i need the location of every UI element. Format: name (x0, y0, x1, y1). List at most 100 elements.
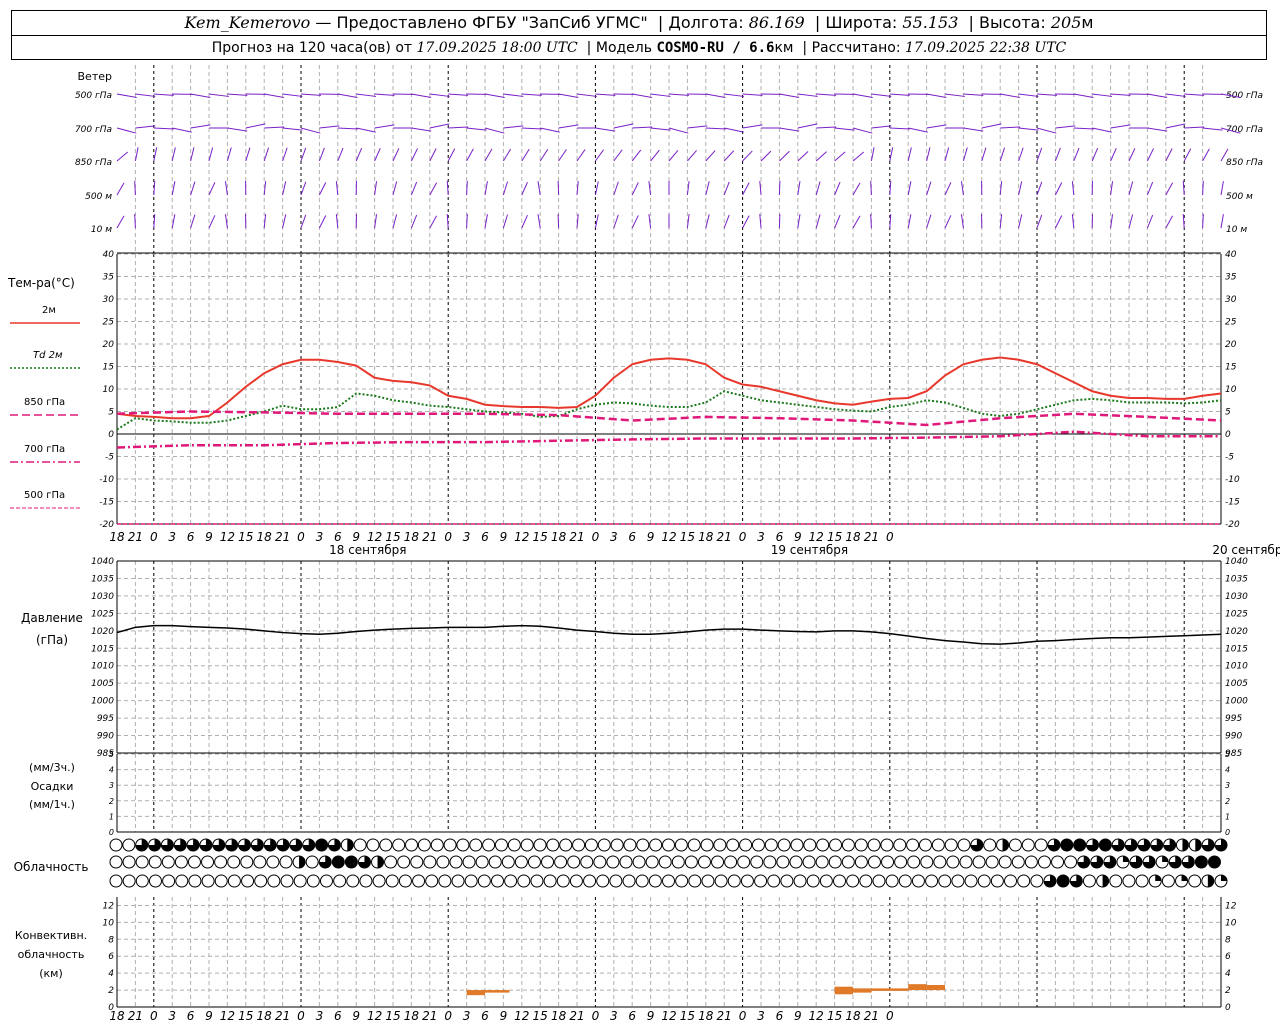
cloud-symbol (1122, 874, 1136, 888)
temp-ytick-right: 5 (1225, 408, 1231, 418)
temp-ytick-right: -15 (1225, 498, 1240, 508)
cloud-symbol (751, 838, 765, 852)
temp-xtick: 18 (257, 530, 273, 544)
cloud-symbol (384, 855, 398, 869)
wind-barb (245, 123, 266, 129)
temp-xtick: 21 (569, 530, 584, 544)
wind-barb (613, 214, 619, 229)
wind-barb (392, 214, 398, 229)
cloud-symbol (648, 874, 662, 888)
pres-ytick-right: 1015 (1225, 644, 1248, 654)
wind-barb (263, 181, 267, 196)
cloud-symbol (533, 838, 547, 852)
wind-barb (521, 93, 542, 96)
precip-ytick-right: 1 (1225, 812, 1230, 821)
pres-ytick-left: 1020 (91, 627, 114, 637)
cloud-symbol (951, 874, 965, 888)
cloud-symbol (622, 874, 636, 888)
wind-barb (705, 93, 726, 98)
cloud-symbol (109, 855, 123, 869)
wind-barb (1146, 181, 1154, 196)
wind-barb (1018, 181, 1023, 196)
conv-bar (926, 985, 945, 991)
pres-ytick-right: 1020 (1225, 627, 1248, 637)
cloud-symbol (609, 874, 623, 888)
cloud-symbol (662, 874, 675, 888)
cloud-symbol (504, 874, 518, 888)
wind-barb (484, 127, 505, 134)
cloud-symbol (214, 855, 228, 869)
wind-barb (227, 93, 248, 96)
conv-xtick: 0 (886, 1009, 894, 1023)
cloud-symbol-fill (1155, 875, 1162, 881)
conv-xtick: 18 (109, 1009, 125, 1023)
wind-barb (650, 149, 660, 162)
cloud-symbol (490, 874, 504, 888)
cloud-symbol (501, 855, 515, 869)
conv-ytick-right: 8 (1225, 935, 1231, 945)
cloud-symbol (148, 874, 162, 888)
wind-barb (742, 150, 753, 162)
cloud-symbol (1188, 874, 1202, 888)
temp-ytick-left: 30 (103, 295, 115, 305)
cloud-symbol (520, 838, 534, 852)
conv-xtick: 12 (809, 1009, 824, 1023)
conv-xtick: 15 (385, 1009, 400, 1023)
cloud-symbol (554, 855, 568, 869)
cloud-symbol (462, 855, 476, 869)
wind-barb (926, 147, 931, 162)
cloud-symbol (1098, 838, 1112, 852)
cloud-symbol (556, 874, 570, 888)
wind-barb (815, 151, 827, 162)
wind-barb (797, 123, 818, 129)
wind-barb (502, 214, 508, 229)
temp-ytick-left: 15 (103, 363, 115, 373)
cloud-symbol (174, 855, 188, 869)
wind-barb (650, 127, 671, 131)
wind-barb (687, 125, 708, 129)
wind-barb (668, 149, 679, 162)
cloud-symbol (859, 874, 873, 888)
temp-xtick: 15 (680, 530, 695, 544)
wind-barb (374, 148, 381, 162)
wind-barb (631, 182, 639, 196)
wind-barb (1202, 148, 1210, 162)
wind-barb (705, 181, 710, 196)
conv-xtick: 21 (864, 1009, 879, 1023)
wind-barb (1018, 127, 1039, 131)
cloud-symbol (1024, 855, 1038, 869)
cloud-panel-title: Облачность (14, 860, 89, 874)
wind-barb (632, 93, 652, 98)
cloud-symbol (241, 874, 255, 888)
wind-barb (687, 150, 697, 162)
wind-barb (392, 148, 400, 162)
temp-ytick-left: 10 (103, 385, 115, 395)
cloud-symbol (436, 855, 450, 869)
conv-xtick: 6 (628, 1009, 636, 1023)
wind-barb (742, 124, 763, 129)
precip-panel-title: Осадки (31, 780, 74, 793)
conv-xtick: 9 (352, 1009, 360, 1023)
cloud-symbol (475, 855, 489, 869)
wind-level-label: 500 м (85, 192, 112, 202)
pres-ytick-left: 1025 (91, 609, 114, 619)
cloud-symbol (593, 855, 607, 869)
wind-barb (576, 181, 579, 196)
cloud-symbol (240, 855, 254, 869)
wind-barb (355, 147, 363, 162)
wind-barb (705, 214, 710, 229)
wind-barb (300, 181, 307, 196)
cloud-symbol (713, 838, 727, 852)
wind-barb (852, 151, 865, 162)
cloud-symbol (925, 874, 939, 888)
cloud-symbol (649, 838, 663, 852)
wind-barb (318, 215, 327, 229)
precip-ytick-left: 5 (109, 750, 114, 759)
cloud-symbol (711, 855, 725, 869)
wind-barb (537, 181, 541, 196)
conv-xtick: 6 (334, 1009, 342, 1023)
cloud-symbol (636, 838, 650, 852)
wind-barb (999, 181, 1003, 196)
temp-ytick-right: 25 (1225, 318, 1237, 328)
conv-bar (908, 984, 927, 991)
